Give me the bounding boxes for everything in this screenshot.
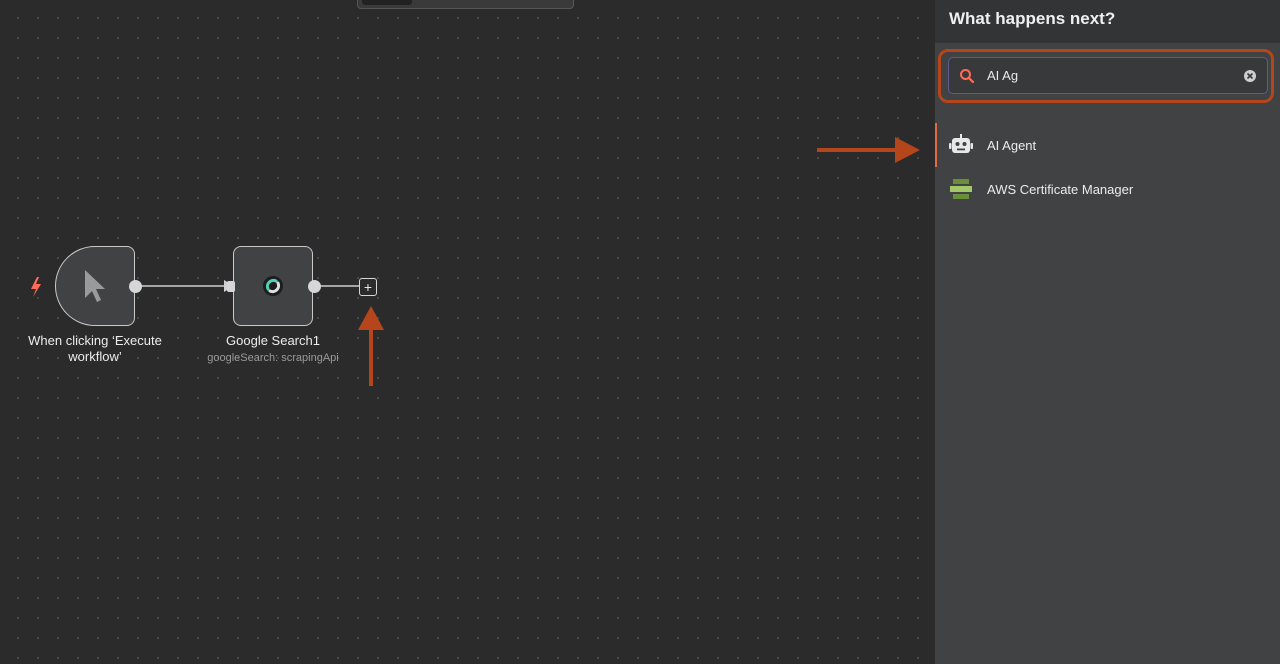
annotation-arrowhead-right xyxy=(895,137,920,163)
result-aws-certificate-manager[interactable]: AWS Certificate Manager xyxy=(935,167,1280,211)
search-box[interactable] xyxy=(948,57,1268,94)
trigger-output-handle[interactable] xyxy=(129,280,142,293)
aws-certificate-manager-icon xyxy=(949,177,973,201)
workflow-canvas[interactable]: When clicking ‘Execute workflow’ Google … xyxy=(0,0,935,664)
lightning-icon xyxy=(31,277,41,297)
result-ai-agent[interactable]: AI Agent xyxy=(935,123,1280,167)
trigger-node[interactable] xyxy=(55,246,135,326)
google-search-output-handle[interactable] xyxy=(308,280,321,293)
add-node-button[interactable]: + xyxy=(359,278,377,296)
annotation-arrowhead-up xyxy=(358,306,384,330)
clear-search-icon[interactable] xyxy=(1243,69,1257,83)
google-search-node-subtitle: googleSearch: scrapingApi xyxy=(207,352,339,364)
trigger-node-label: When clicking ‘Execute workflow’ xyxy=(28,333,162,364)
result-label: AWS Certificate Manager xyxy=(987,181,1134,197)
google-search-node-label: Google Search1 xyxy=(226,333,320,348)
panel-title: What happens next? xyxy=(935,0,1280,43)
search-input[interactable] xyxy=(987,68,1243,83)
google-search-input-handle[interactable] xyxy=(227,281,235,292)
connections-layer xyxy=(31,137,920,386)
google-search-node[interactable] xyxy=(233,246,313,326)
robot-icon xyxy=(949,133,973,157)
node-creator-panel: What happens next? AI Agent xyxy=(935,0,1280,664)
search-icon xyxy=(960,68,975,83)
result-label: AI Agent xyxy=(987,137,1037,153)
cursor-icon xyxy=(85,270,105,302)
serpapi-icon xyxy=(263,276,283,296)
